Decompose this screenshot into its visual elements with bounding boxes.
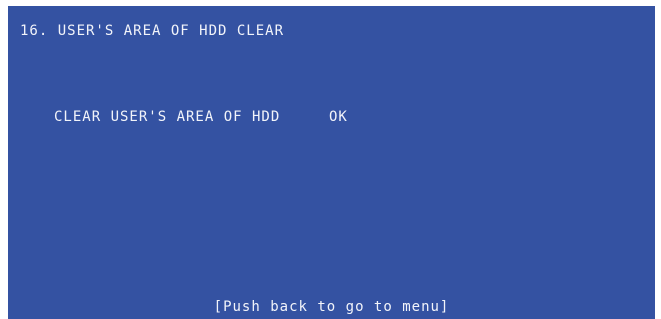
status-message: CLEAR USER'S AREA OF HDD — [54, 109, 281, 125]
back-to-menu-hint: [Push back to go to menu] — [213, 299, 450, 315]
maintenance-screen: 16. USER'S AREA OF HDD CLEAR CLEAR USER'… — [8, 6, 655, 319]
status-result: OK — [329, 109, 348, 125]
screen-title: 16. USER'S AREA OF HDD CLEAR — [20, 23, 285, 39]
